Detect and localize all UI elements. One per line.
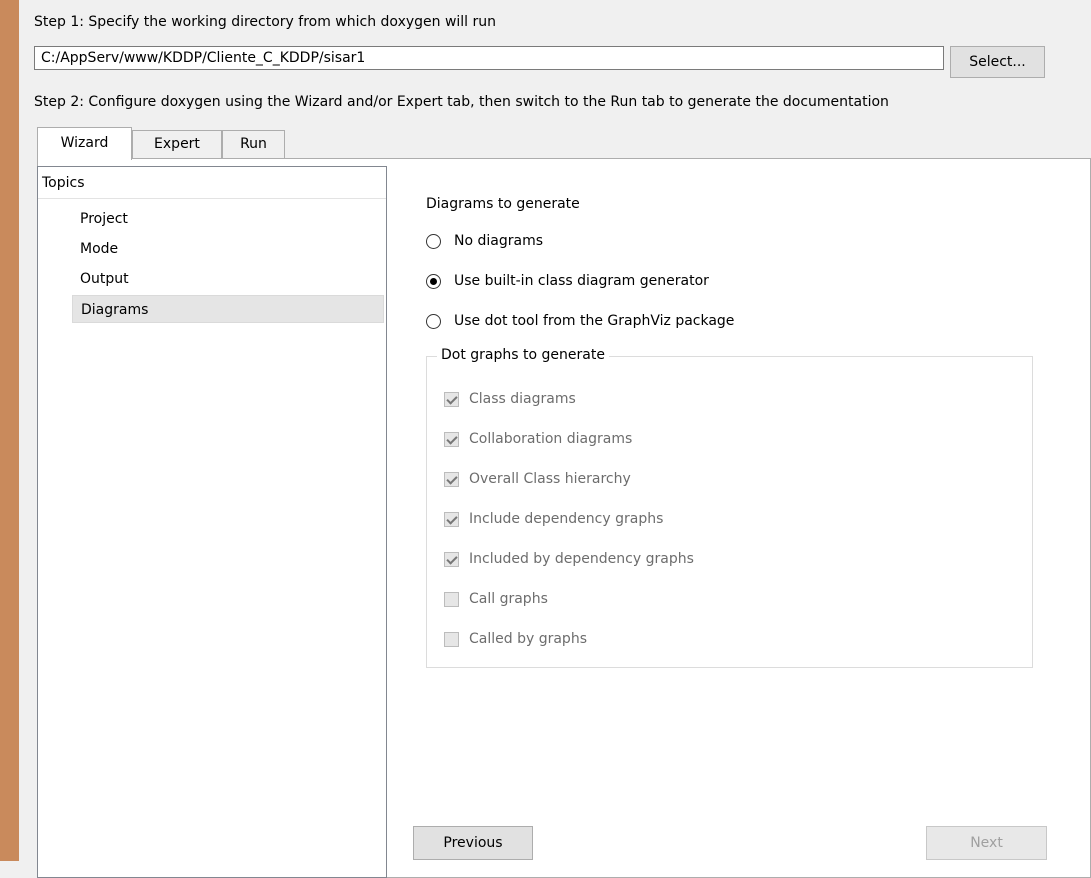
- check-collaboration-diagrams: Collaboration diagrams: [444, 426, 632, 452]
- topic-project[interactable]: Project: [80, 205, 128, 233]
- dot-graphs-group-title: Dot graphs to generate: [437, 345, 609, 365]
- checkbox-label: Include dependency graphs: [469, 511, 664, 527]
- radio-label: Use dot tool from the GraphViz package: [454, 313, 735, 329]
- radio-button-icon[interactable]: [426, 313, 441, 329]
- topics-tree: Topics Project Mode Output Diagrams: [37, 166, 387, 878]
- checkbox-icon: [444, 631, 459, 647]
- radio-button-icon[interactable]: [426, 233, 441, 249]
- checkbox-label: Class diagrams: [469, 391, 576, 407]
- window-frame-strip: [0, 0, 19, 861]
- checkbox-checked-icon: [444, 551, 459, 567]
- check-overall-class-hierarchy: Overall Class hierarchy: [444, 466, 631, 492]
- radio-builtin-generator[interactable]: Use built-in class diagram generator: [426, 268, 709, 294]
- topic-diagrams[interactable]: Diagrams: [72, 295, 384, 323]
- previous-button[interactable]: Previous: [413, 826, 533, 860]
- check-included-by-dependency-graphs: Included by dependency graphs: [444, 546, 694, 572]
- check-class-diagrams: Class diagrams: [444, 386, 576, 412]
- check-call-graphs: Call graphs: [444, 586, 548, 612]
- checkbox-checked-icon: [444, 431, 459, 447]
- radio-no-diagrams[interactable]: No diagrams: [426, 228, 543, 254]
- step1-label: Step 1: Specify the working directory fr…: [34, 14, 497, 30]
- radio-button-checked-icon[interactable]: [426, 273, 441, 289]
- check-include-dependency-graphs: Include dependency graphs: [444, 506, 663, 532]
- working-directory-input[interactable]: [34, 46, 944, 70]
- checkbox-label: Overall Class hierarchy: [469, 471, 631, 487]
- topic-mode[interactable]: Mode: [80, 235, 118, 263]
- radio-label: No diagrams: [454, 233, 543, 249]
- checkbox-label: Included by dependency graphs: [469, 551, 694, 567]
- checkbox-icon: [444, 591, 459, 607]
- radio-label: Use built-in class diagram generator: [454, 273, 709, 289]
- topic-output[interactable]: Output: [80, 265, 129, 293]
- topics-header: Topics: [38, 167, 386, 199]
- next-button: Next: [926, 826, 1047, 860]
- checkbox-label: Collaboration diagrams: [469, 431, 633, 447]
- checkbox-checked-icon: [444, 471, 459, 487]
- tab-wizard[interactable]: Wizard: [37, 127, 132, 160]
- checkbox-label: Call graphs: [469, 591, 548, 607]
- radio-dot-tool[interactable]: Use dot tool from the GraphViz package: [426, 308, 734, 334]
- checkbox-label: Called by graphs: [469, 631, 587, 647]
- checkbox-checked-icon: [444, 511, 459, 527]
- tab-run[interactable]: Run: [222, 130, 285, 158]
- checkbox-checked-icon: [444, 391, 459, 407]
- select-directory-button[interactable]: Select...: [950, 46, 1045, 78]
- diagrams-title: Diagrams to generate: [426, 196, 580, 212]
- tab-expert[interactable]: Expert: [132, 130, 222, 158]
- step2-label: Step 2: Configure doxygen using the Wiza…: [34, 94, 889, 110]
- check-called-by-graphs: Called by graphs: [444, 626, 587, 652]
